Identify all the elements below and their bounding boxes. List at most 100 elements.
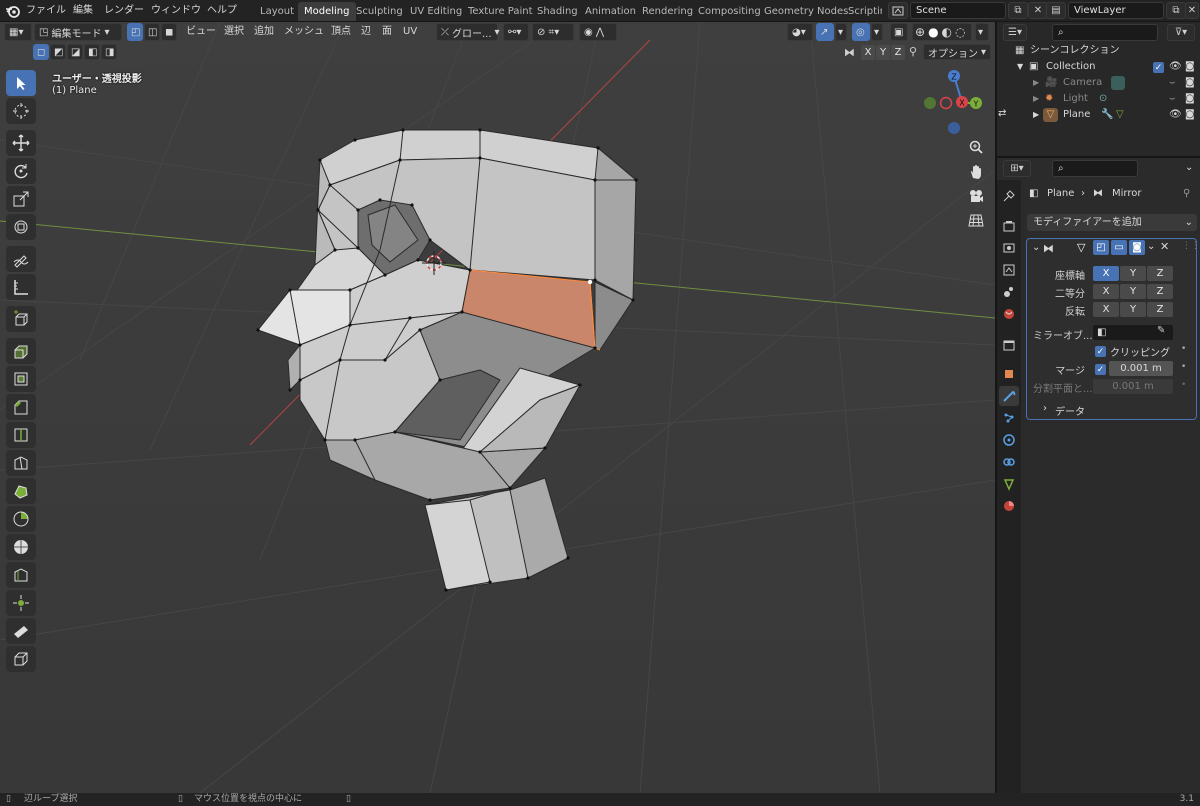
outliner-item-plane[interactable]: ▶ ▽ Plane 🔧 ▽ 👁 ◙	[997, 107, 1200, 123]
edge-select-button[interactable]: ◫	[144, 23, 160, 41]
camera-render-icon[interactable]: ◙	[1185, 91, 1195, 107]
spin-tool[interactable]	[6, 506, 36, 532]
delete-view-layer-icon[interactable]: ✕	[1185, 2, 1199, 19]
clipping-checkbox[interactable]: ✓	[1095, 346, 1106, 357]
scene-tab-icon[interactable]	[999, 282, 1019, 302]
tab-shading[interactable]: Shading	[531, 2, 584, 21]
bevel-tool[interactable]	[6, 394, 36, 420]
transform-orientation-dropdown[interactable]: ⤫ グロー... ▾	[436, 23, 500, 41]
menu-edge[interactable]: 辺	[358, 24, 374, 40]
shading-dropdown-icon[interactable]: ▾	[975, 23, 989, 41]
menu-help[interactable]: ヘルプ	[203, 3, 241, 19]
pan-hand-icon[interactable]	[964, 160, 988, 184]
outliner-search-input[interactable]: ⌕	[1052, 24, 1158, 41]
flip-x-toggle[interactable]: X	[1093, 302, 1119, 317]
solid-shading-icon[interactable]: ●	[928, 25, 938, 39]
eye-icon[interactable]: ⌣	[1169, 75, 1176, 91]
proportional-editing-icon[interactable]: ◉ ⋀	[579, 23, 617, 41]
visibility-icon[interactable]: ◕▾	[787, 23, 813, 41]
tab-sculpting[interactable]: Sculpting	[350, 2, 409, 21]
outliner-editor-type-icon[interactable]: ☰▾	[1003, 24, 1027, 41]
view-layer-tab-icon[interactable]	[999, 260, 1019, 280]
tab-rendering[interactable]: Rendering	[636, 2, 699, 21]
tab-modeling[interactable]: Modeling	[298, 2, 356, 21]
camera-render-icon[interactable]: ◙	[1185, 107, 1195, 123]
vertex-select-button[interactable]: ◰	[127, 23, 143, 41]
outliner-item-camera[interactable]: ▶ 🎥 Camera ⌣ ◙	[997, 75, 1200, 91]
delete-scene-icon[interactable]: ✕	[1028, 2, 1048, 19]
toggle-ortho-grid-icon[interactable]	[964, 208, 988, 232]
expand-arrow-icon[interactable]: ▶	[1033, 75, 1039, 91]
tab-texture-paint[interactable]: Texture Paint	[462, 2, 539, 21]
select-intersect-icon[interactable]: ◨	[101, 44, 117, 60]
properties-editor-type-icon[interactable]: ⊞▾	[1003, 160, 1031, 177]
outliner-scene-collection[interactable]: ▦ シーンコレクション	[997, 43, 1200, 59]
outliner-item-collection[interactable]: ▼ ▣ Collection ✓ 👁 ◙	[997, 59, 1200, 75]
shrink-fatten-tool[interactable]	[6, 590, 36, 616]
add-modifier-dropdown[interactable]: モディファイアーを追加 ⌄	[1027, 214, 1197, 231]
blender-logo-icon[interactable]	[5, 3, 21, 19]
eye-icon[interactable]: 👁	[1169, 107, 1182, 123]
menu-uv[interactable]: UV	[400, 24, 420, 40]
animate-dot-icon[interactable]: •	[1181, 380, 1186, 390]
move-tool[interactable]	[6, 130, 36, 156]
annotate-tool[interactable]	[6, 246, 36, 272]
tab-uv-editing[interactable]: UV Editing	[404, 2, 468, 21]
properties-search-input[interactable]: ⌕	[1052, 160, 1138, 177]
pin-icon[interactable]: ⚲	[1183, 186, 1190, 202]
outliner-item-light[interactable]: ▶ ✹ Light ⊙ ⌣ ◙	[997, 91, 1200, 107]
wrench-icon[interactable]: 🔧	[1101, 107, 1113, 123]
cursor-tool[interactable]	[6, 98, 36, 124]
select-invert-icon[interactable]: ◧	[84, 44, 100, 60]
gizmo-dropdown-icon[interactable]: ▾	[835, 23, 847, 41]
shading-mode-group[interactable]: ⊕ ● ◐ ◌	[912, 23, 972, 41]
inset-tool[interactable]	[6, 366, 36, 392]
tab-geometry-nodes[interactable]: Geometry Nodes	[758, 2, 854, 21]
3d-viewport[interactable]	[0, 22, 995, 793]
eye-icon[interactable]: 👁	[1169, 59, 1182, 75]
rotate-tool[interactable]	[6, 158, 36, 184]
animate-dot-icon[interactable]: •	[1181, 344, 1186, 354]
new-view-layer-icon[interactable]: ⧉	[1166, 2, 1186, 19]
select-subtract-icon[interactable]: ◪	[67, 44, 83, 60]
menu-file[interactable]: ファイル	[22, 3, 70, 19]
axis-x-toggle[interactable]: X	[1093, 266, 1119, 281]
bisect-z-toggle[interactable]: Z	[1147, 284, 1173, 299]
tab-layout[interactable]: Layout	[254, 2, 300, 21]
exclude-checkbox[interactable]: ✓	[1153, 62, 1164, 73]
menu-view[interactable]: ビュー	[183, 24, 219, 40]
menu-select[interactable]: 選択	[221, 24, 247, 40]
bisect-distance-field[interactable]: 0.001 m	[1093, 379, 1173, 394]
eyedropper-icon[interactable]: ✎	[1157, 325, 1165, 336]
expand-arrow-icon[interactable]: ▶	[1033, 107, 1039, 123]
tab-scripting[interactable]: Scriptir	[842, 2, 882, 21]
data-subpanel-label[interactable]: データ	[1055, 403, 1085, 418]
modifier-menu-chevron-icon[interactable]: ⌄	[1147, 241, 1155, 252]
drag-handle-icon[interactable]: ⋮⋮	[1182, 241, 1200, 251]
axis-lock-x-button[interactable]: X	[861, 45, 875, 60]
pivot-point-icon[interactable]: ⚯▾	[503, 23, 529, 41]
render-tab-icon[interactable]	[999, 216, 1019, 236]
eye-icon[interactable]: ⌣	[1169, 91, 1176, 107]
modifiers-tab-icon[interactable]	[999, 386, 1019, 406]
edit-cage-icon[interactable]: ▽	[1077, 241, 1085, 254]
merge-distance-field[interactable]: 0.001 m	[1109, 361, 1173, 376]
view-layer-field[interactable]: ViewLayer	[1068, 2, 1164, 19]
gizmo-toggle-icon[interactable]: ↗	[816, 23, 834, 41]
select-box-tool[interactable]	[6, 70, 36, 96]
extrude-tool[interactable]	[6, 338, 36, 364]
material-shading-icon[interactable]: ◐	[942, 25, 952, 39]
rip-region-tool[interactable]	[6, 646, 36, 672]
options-dropdown[interactable]: オプション ▾	[923, 44, 992, 60]
axis-y-toggle[interactable]: Y	[1120, 266, 1146, 281]
collapse-chevron-icon[interactable]: ⌄	[1032, 242, 1040, 253]
smooth-tool[interactable]	[6, 534, 36, 560]
poly-build-tool[interactable]	[6, 478, 36, 504]
editor-type-icon[interactable]: ▦▾	[4, 23, 32, 41]
expand-arrow-icon[interactable]: ▶	[1033, 91, 1039, 107]
loop-cut-tool[interactable]	[6, 422, 36, 448]
axis-lock-y-button[interactable]: Y	[876, 45, 890, 60]
bisect-x-toggle[interactable]: X	[1093, 284, 1119, 299]
transform-tool[interactable]	[6, 214, 36, 240]
menu-add[interactable]: 追加	[251, 24, 277, 40]
